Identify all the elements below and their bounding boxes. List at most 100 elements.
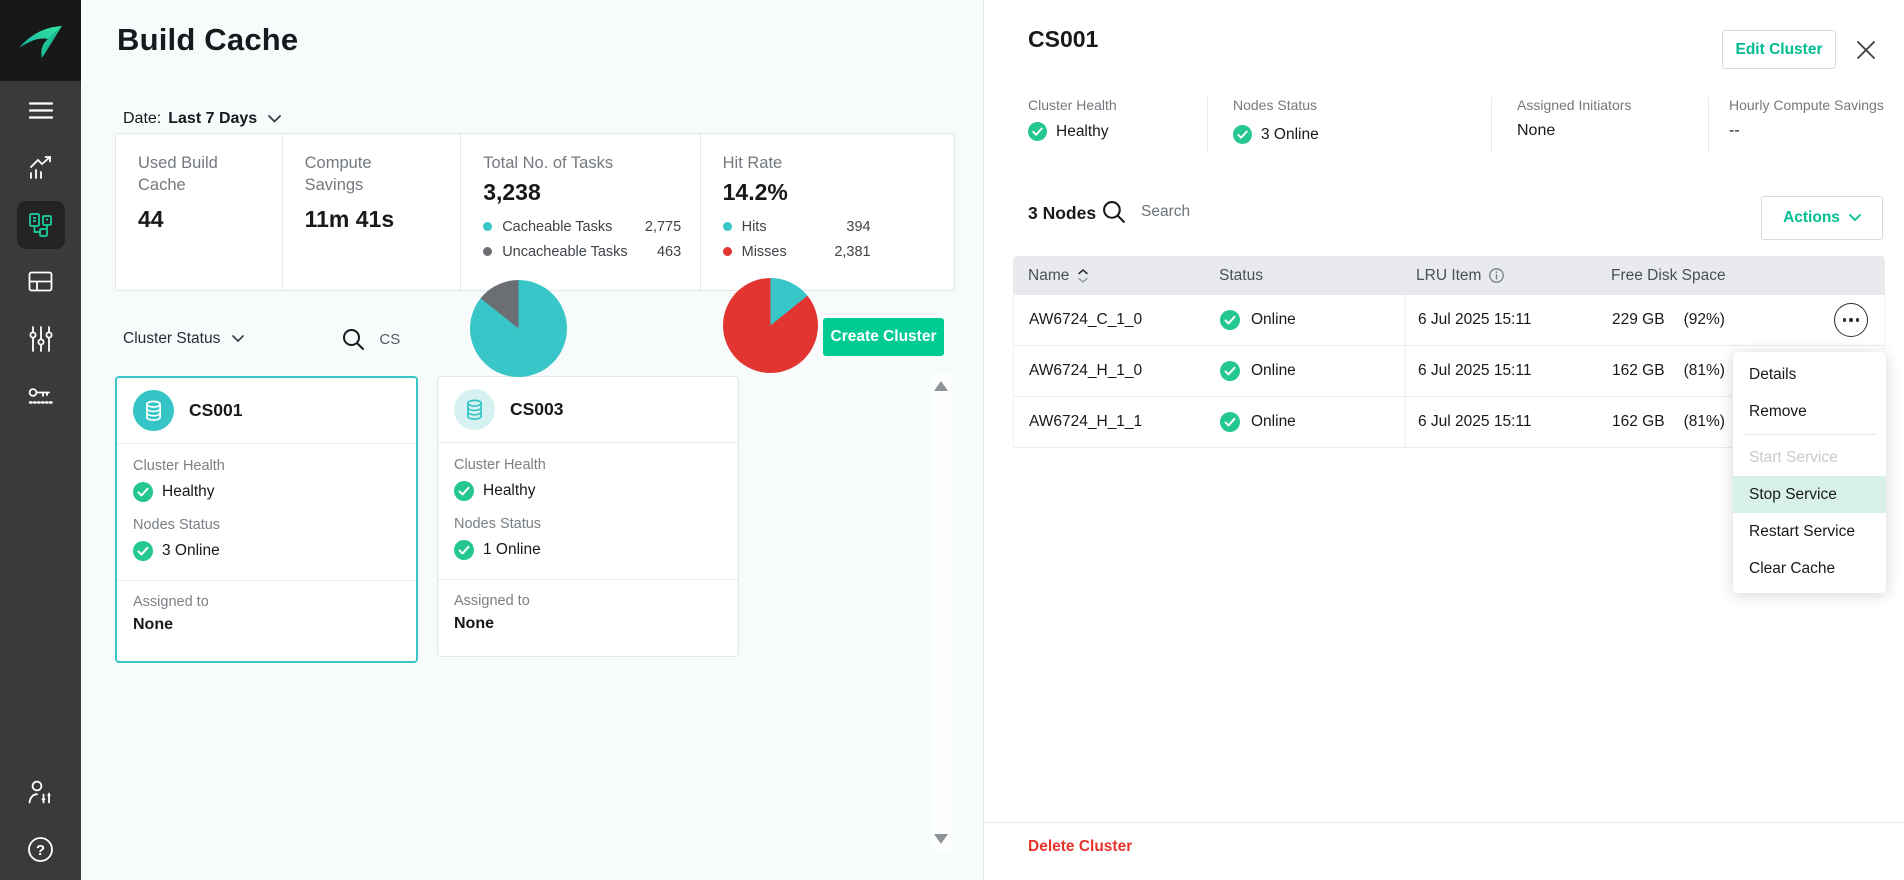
sidebar-bottom-nav: ? (0, 764, 81, 878)
delete-cluster-button[interactable]: Delete Cluster (1028, 838, 1132, 856)
cluster-search-input[interactable] (377, 330, 451, 349)
legend-label: Uncacheable Tasks (502, 244, 627, 260)
key-icon (28, 387, 54, 405)
node-status: Online (1220, 310, 1405, 330)
cluster-health-value: Healthy (133, 482, 400, 502)
menu-item-remove[interactable]: Remove (1733, 393, 1886, 430)
sidebar-item-analytics[interactable] (0, 139, 81, 196)
scroll-up-icon[interactable] (934, 381, 948, 391)
node-lru: 6 Jul 2025 15:11 (1405, 397, 1612, 447)
node-status-text: Online (1251, 413, 1296, 431)
kebab-dot (1843, 318, 1847, 322)
assigned-to-label: Assigned to (133, 594, 400, 610)
scroll-down-icon[interactable] (934, 834, 948, 844)
date-filter-value: Last 7 Days (168, 110, 257, 128)
node-lru: 6 Jul 2025 15:11 (1405, 295, 1612, 345)
cluster-card-body: Cluster Health Healthy Nodes Status 3 On… (117, 444, 416, 581)
stat-value: 44 (138, 206, 282, 233)
sidebar-item-build-cache[interactable] (0, 196, 81, 253)
close-x-icon (1856, 40, 1876, 60)
node-status-text: Online (1251, 311, 1296, 329)
stat-value: 3,238 (483, 179, 699, 206)
node-row[interactable]: AW6724_C_1_0 Online 6 Jul 2025 15:11 229… (1013, 295, 1885, 346)
cluster-status-dropdown[interactable]: Cluster Status (123, 330, 220, 348)
actions-button[interactable]: Actions (1761, 196, 1883, 240)
col-header-status: Status (1219, 267, 1404, 285)
menu-item-stop-service[interactable]: Stop Service (1733, 476, 1886, 513)
sidebar-item-menu[interactable] (0, 82, 81, 139)
sidebar-item-projects[interactable] (0, 253, 81, 310)
cacheable-dot-icon (483, 222, 492, 231)
date-filter-label: Date: (123, 110, 161, 128)
stat-label: Nodes Status (1233, 97, 1491, 113)
sort-icon[interactable] (1078, 269, 1088, 283)
sidebar-item-user-settings[interactable] (0, 764, 81, 821)
stat-label: Assigned Initiators (1517, 97, 1708, 113)
close-panel-button[interactable] (1856, 38, 1880, 62)
check-circle-icon (1220, 361, 1240, 381)
page-title: Build Cache (117, 22, 298, 58)
sidebar-item-settings[interactable] (0, 310, 81, 367)
cluster-search[interactable] (342, 328, 451, 351)
panel-stat-nodes-status: Nodes Status 3 Online (1207, 97, 1491, 152)
cluster-health-label: Cluster Health (454, 457, 722, 473)
nodes-count: 3 Nodes (1028, 203, 1096, 224)
cluster-avatar (133, 390, 174, 431)
cluster-card-cs003[interactable]: CS003 Cluster Health Healthy Nodes Statu… (437, 376, 739, 657)
nodes-status-label: Nodes Status (454, 516, 722, 532)
row-context-menu: Details Remove Start Service Stop Servic… (1733, 352, 1886, 593)
col-header-label: Free Disk Space (1611, 267, 1726, 285)
sidebar-item-help[interactable]: ? (0, 821, 81, 878)
nodes-status-value: 1 Online (454, 540, 722, 560)
col-header-label: Status (1219, 267, 1263, 285)
stat-value: Healthy (1028, 122, 1207, 141)
info-icon[interactable] (1489, 268, 1504, 283)
check-circle-icon (1220, 310, 1240, 330)
stat-value: 3 Online (1233, 125, 1491, 144)
menu-item-restart-service[interactable]: Restart Service (1733, 513, 1886, 550)
cluster-card-footer: Assigned to None (117, 581, 416, 634)
cluster-card-cs001[interactable]: CS001 Cluster Health Healthy Nodes Statu… (115, 376, 418, 663)
nodes-search-input[interactable] (1139, 202, 1263, 222)
cluster-name: CS001 (189, 400, 243, 421)
misses-dot-icon (723, 247, 732, 256)
cluster-filter-row: Cluster Status (123, 328, 451, 350)
disk-size: 229 GB (1612, 311, 1665, 329)
stat-label: Total No. of Tasks (483, 153, 613, 175)
legend-cacheable: Cacheable Tasks 2,775 (483, 219, 681, 235)
hits-dot-icon (723, 222, 732, 231)
assigned-to-label: Assigned to (454, 593, 722, 609)
col-header-name[interactable]: Name (1013, 267, 1219, 285)
search-icon (1102, 200, 1126, 224)
stat-used-build-cache: Used Build Cache 44 (116, 134, 282, 290)
stat-value: None (1517, 122, 1708, 140)
assigned-to-value: None (454, 615, 722, 633)
sliders-icon (29, 326, 53, 352)
legend-value: 394 (846, 219, 870, 235)
legend-value: 2,775 (645, 219, 681, 235)
nodes-search[interactable] (1102, 200, 1263, 224)
nodes-status-label: Nodes Status (133, 517, 400, 533)
hit-rate-pie-chart (723, 278, 818, 373)
date-filter[interactable]: Date: Last 7 Days (123, 110, 281, 128)
cluster-list-scrollbar[interactable] (931, 372, 952, 853)
col-header-label: LRU Item (1416, 267, 1481, 285)
create-cluster-button[interactable]: Create Cluster (823, 318, 944, 356)
cluster-health-text: Healthy (162, 483, 215, 501)
cluster-card-body: Cluster Health Healthy Nodes Status 1 On… (438, 443, 738, 580)
row-kebab-menu-button[interactable] (1834, 303, 1868, 337)
node-status: Online (1220, 361, 1405, 381)
menu-item-details[interactable]: Details (1733, 356, 1886, 393)
col-header-label: Name (1028, 267, 1069, 285)
menu-item-clear-cache[interactable]: Clear Cache (1733, 550, 1886, 587)
database-icon (143, 400, 164, 422)
edit-cluster-button[interactable]: Edit Cluster (1722, 30, 1836, 69)
brand-logo (0, 0, 81, 81)
sidebar-item-license[interactable] (0, 367, 81, 424)
summary-stats-card: Used Build Cache 44 Compute Savings 11m … (115, 133, 955, 291)
cluster-card-header: CS003 (438, 377, 738, 443)
chevron-down-icon (232, 335, 244, 343)
legend-uncacheable: Uncacheable Tasks 463 (483, 244, 681, 260)
cluster-name: CS003 (510, 399, 564, 420)
kebab-dot (1856, 318, 1860, 322)
